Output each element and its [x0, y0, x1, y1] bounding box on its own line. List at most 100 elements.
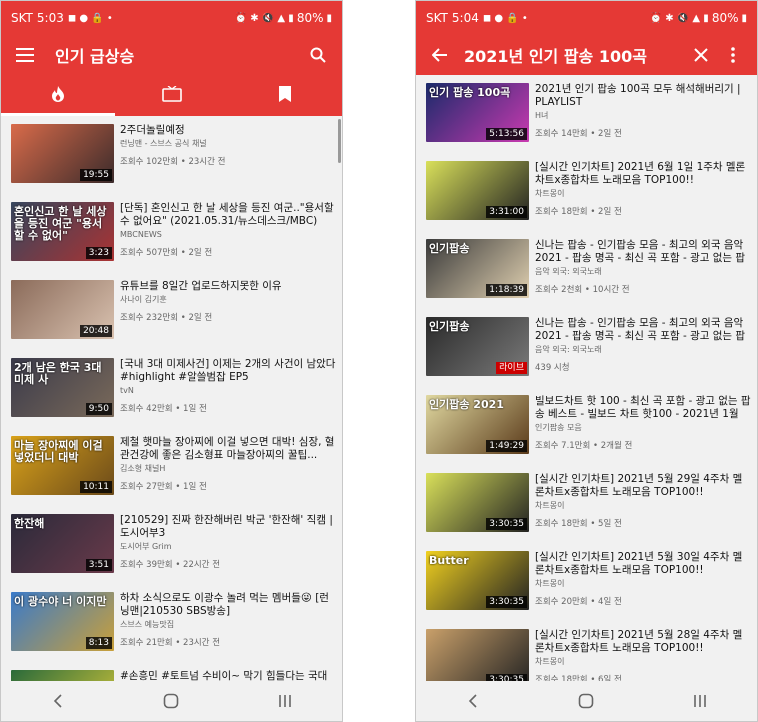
tab-bookmark[interactable]	[228, 75, 342, 116]
video-meta: [210529] 진짜 한잔해버린 박군 '한잔해' 직캠 | 도시어부3 도시어…	[120, 514, 336, 584]
video-thumbnail[interactable]: 인기팝송 2021 1:49:29	[426, 395, 529, 454]
app-bar: 2021년 인기 팝송 100곡	[416, 35, 757, 75]
video-title[interactable]: 2021년 인기 팝송 100곡 모두 해석해버리기 | PLAYLIST	[535, 83, 751, 109]
duration-badge: 3:30:35	[486, 596, 527, 608]
video-item[interactable]: 마늘 장아찌에 이걸 넣었더니 대박 10:11 제철 햇마늘 장아찌에 이걸 넣으…	[1, 428, 342, 506]
video-thumbnail[interactable]: 혼인신고 한 날 세상을 등진 여군 "용서할 수 없어" 3:23	[11, 202, 114, 261]
playlist-video-list: 인기 팝송 100곡 5:13:56 2021년 인기 팝송 100곡 모두 해석해…	[416, 75, 757, 681]
video-item[interactable]: 20:48 유튜브를 8일간 업로드하지못한 이유 사나이 김기훈 조회수 232만회…	[1, 272, 342, 350]
channel-name: 차트몽이	[535, 501, 565, 510]
video-item[interactable]: 인기팝송 2021 1:49:29 빌보드차트 핫 100 - 최신 곡 포함 - …	[416, 387, 757, 465]
recent-apps-nav-icon[interactable]	[270, 689, 300, 713]
duration-badge: 1:18:39	[486, 284, 527, 296]
channel-name: 스브스 예능맛집	[120, 620, 175, 629]
video-thumbnail[interactable]: 2개 남은 한국 3대 미제 사 9:50	[11, 358, 114, 417]
video-title[interactable]: 신나는 팝송 - 인기팝송 모음 - 최고의 외국 음악 2021 - 팝송 명…	[535, 239, 751, 265]
video-thumbnail[interactable]: 마늘 장아찌에 이걸 넣었더니 대박 10:11	[11, 436, 114, 495]
thumbnail-caption: 혼인신고 한 날 세상을 등진 여군 "용서할 수 없어"	[14, 205, 107, 242]
carrier-label: SKT	[11, 11, 33, 25]
video-item[interactable]: 3:30:35 [실시간 인기차트] 2021년 5월 29일 4주차 멜론차트x…	[416, 465, 757, 543]
back-nav-icon[interactable]	[458, 689, 488, 713]
navigation-bar	[416, 681, 757, 721]
video-title[interactable]: [국내 3대 미제사건] 이제는 2개의 사건이 남았다 #highlight …	[120, 358, 336, 384]
video-title[interactable]: [실시간 인기차트] 2021년 5월 29일 4주차 멜론차트x종합차트 노래…	[535, 473, 751, 499]
system-status-icons: ⏰ ✱ 🔇 ▲ ▮	[234, 12, 294, 24]
video-thumbnail[interactable]: 한잔해 3:51	[11, 514, 114, 573]
video-item[interactable]: 3:31:00 [실시간 인기차트] 2021년 6월 1일 1주차 멜론차트x종…	[416, 153, 757, 231]
duration-badge: 20:48	[80, 325, 112, 337]
duration-badge: 10:11	[80, 481, 112, 493]
close-icon[interactable]	[689, 43, 713, 67]
back-arrow-icon[interactable]	[428, 43, 452, 67]
channel-name: 사나이 김기훈	[120, 295, 167, 304]
video-item[interactable]: 3:30:35 [실시간 인기차트] 2021년 5월 28일 4주차 멜론차트x…	[416, 621, 757, 681]
video-thumbnail[interactable]: 인기 팝송 100곡 5:13:56	[426, 83, 529, 142]
back-nav-icon[interactable]	[43, 689, 73, 713]
video-meta: [실시간 인기차트] 2021년 5월 28일 4주차 멜론차트x종합차트 노래…	[535, 629, 751, 681]
video-list: 19:55 2주더놀릴예정 런닝맨 - 스브스 공식 채널 조회수 102만회 • 2…	[1, 116, 342, 681]
video-title[interactable]: 제철 햇마늘 장아찌에 이걸 넣으면 대박! 심장, 혈관건강에 좋은 김소형표…	[120, 436, 336, 462]
video-thumbnail[interactable]: Butter 3:30:35	[426, 551, 529, 610]
video-thumbnail[interactable]: 3:30:35	[426, 629, 529, 681]
page-title: 인기 급상승	[55, 47, 135, 66]
video-title[interactable]: [실시간 인기차트] 2021년 6월 1일 1주차 멜론차트x종합차트 노래모…	[535, 161, 751, 187]
video-title[interactable]: [실시간 인기차트] 2021년 5월 30일 4주차 멜론차트x종합차트 노래…	[535, 551, 751, 577]
video-title[interactable]: [실시간 인기차트] 2021년 5월 28일 4주차 멜론차트x종합차트 노래…	[535, 629, 751, 655]
home-nav-icon[interactable]	[156, 689, 186, 713]
search-icon[interactable]	[306, 43, 330, 67]
recent-apps-nav-icon[interactable]	[685, 689, 715, 713]
video-thumbnail[interactable]: 3:30:35	[426, 473, 529, 532]
video-item[interactable]: 한잔해 3:51 [210529] 진짜 한잔해버린 박군 '한잔해' 직캠 | 도…	[1, 506, 342, 584]
video-meta: [국내 3대 미제사건] 이제는 2개의 사건이 남았다 #highlight …	[120, 358, 336, 428]
video-title[interactable]: [210529] 진짜 한잔해버린 박군 '한잔해' 직캠 | 도시어부3	[120, 514, 336, 540]
video-title[interactable]: 2주더놀릴예정	[120, 124, 336, 137]
more-vertical-icon[interactable]	[721, 43, 745, 67]
battery-label: 80%	[711, 11, 739, 25]
video-item[interactable]: 혼인신고 한 날 세상을 등진 여군 "용서할 수 없어" 3:23 [단독] 혼인…	[1, 194, 342, 272]
video-thumbnail[interactable]: 20:48	[11, 280, 114, 339]
video-item[interactable]: Butter 3:30:35 [실시간 인기차트] 2021년 5월 30일 4주차…	[416, 543, 757, 621]
channel-name: 런닝맨 - 스브스 공식 채널	[120, 139, 207, 148]
video-item[interactable]: #손흥민 #토트넘 수비이~ 막기 힘들다는 국대 2:1	[1, 662, 342, 681]
video-item[interactable]: 2개 남은 한국 3대 미제 사 9:50 [국내 3대 미제사건] 이제는 2개의…	[1, 350, 342, 428]
video-title[interactable]: 신나는 팝송 - 인기팝송 모음 - 최고의 외국 음악 2021 - 팝송 명…	[535, 317, 751, 343]
video-meta: [단독] 혼인신고 한 날 세상을 등진 여군.."용서할 수 없어요" (20…	[120, 202, 336, 272]
video-thumbnail[interactable]: 19:55	[11, 124, 114, 183]
duration-badge: 3:51	[85, 559, 112, 571]
video-thumbnail[interactable]: 인기팝송 라이브	[426, 317, 529, 376]
duration-badge: 3:31:00	[486, 206, 527, 218]
thumbnail-caption: 이 광수야 너 이지만	[14, 595, 107, 608]
scrollbar[interactable]	[338, 119, 341, 163]
video-title[interactable]: 빌보드차트 핫 100 - 최신 곡 포함 - 광고 없는 팝송 베스트 - 빌…	[535, 395, 751, 421]
video-title[interactable]: 유튜브를 8일간 업로드하지못한 이유	[120, 280, 336, 293]
video-thumbnail[interactable]: 3:31:00	[426, 161, 529, 220]
video-meta: [실시간 인기차트] 2021년 6월 1일 1주차 멜론차트x종합차트 노래모…	[535, 161, 751, 231]
video-item[interactable]: 인기팝송 1:18:39 신나는 팝송 - 인기팝송 모음 - 최고의 외국 음악 …	[416, 231, 757, 309]
navigation-bar	[1, 681, 342, 721]
tab-trending[interactable]	[1, 75, 115, 116]
video-item[interactable]: 이 광수야 너 이지만 8:13 하차 소식으로도 이광수 놀려 먹는 멤버들😜 […	[1, 584, 342, 662]
view-stats: 조회수 20만회 • 4일 전	[535, 597, 622, 607]
home-nav-icon[interactable]	[571, 689, 601, 713]
video-meta: [실시간 인기차트] 2021년 5월 29일 4주차 멜론차트x종합차트 노래…	[535, 473, 751, 543]
video-title[interactable]: #손흥민 #토트넘 수비이~ 막기 힘들다는 국대 2:1	[120, 670, 336, 681]
thumbnail-caption: Butter	[429, 554, 469, 567]
channel-name: 차트몽이	[535, 579, 565, 588]
video-item[interactable]: 인기 팝송 100곡 5:13:56 2021년 인기 팝송 100곡 모두 해석해…	[416, 75, 757, 153]
video-item[interactable]: 19:55 2주더놀릴예정 런닝맨 - 스브스 공식 채널 조회수 102만회 • 2…	[1, 116, 342, 194]
video-thumbnail[interactable]: 인기팝송 1:18:39	[426, 239, 529, 298]
video-title[interactable]: 하차 소식으로도 이광수 놀려 먹는 멤버들😜 [런닝맨|210530 SBS방…	[120, 592, 336, 618]
tv-icon	[161, 84, 182, 106]
video-item[interactable]: 인기팝송 라이브 신나는 팝송 - 인기팝송 모음 - 최고의 외국 음악 2021…	[416, 309, 757, 387]
video-thumbnail[interactable]: 이 광수야 너 이지만 8:13	[11, 592, 114, 651]
tab-tv[interactable]	[115, 75, 229, 116]
battery-icon: ▮	[741, 12, 747, 24]
menu-icon[interactable]	[13, 43, 37, 67]
video-title[interactable]: [단독] 혼인신고 한 날 세상을 등진 여군.."용서할 수 없어요" (20…	[120, 202, 336, 228]
video-thumbnail[interactable]	[11, 670, 114, 681]
battery-icon: ▮	[326, 12, 332, 24]
channel-name: 도시어부 Grim	[120, 542, 172, 551]
thumbnail-caption: 인기팝송	[429, 242, 470, 255]
view-stats: 조회수 18만회 • 2일 전	[535, 207, 622, 217]
duration-badge: 3:23	[85, 247, 112, 259]
